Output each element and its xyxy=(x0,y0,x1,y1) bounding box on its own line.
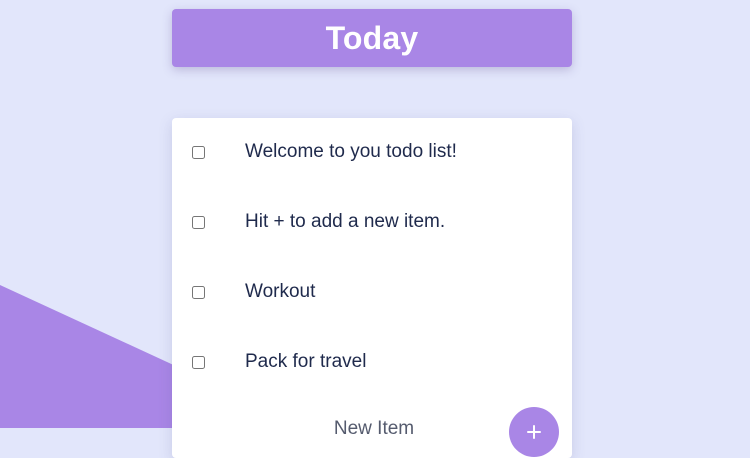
todo-label: Hit + to add a new item. xyxy=(245,211,446,232)
todo-checkbox[interactable] xyxy=(192,285,205,299)
todo-label: Workout xyxy=(245,281,316,302)
add-item-button[interactable] xyxy=(509,407,559,457)
todo-label: Pack for travel xyxy=(245,351,367,372)
todo-item: Hit + to add a new item. xyxy=(172,202,572,242)
todo-item: Welcome to you todo list! xyxy=(172,132,572,172)
plus-icon xyxy=(527,425,541,439)
page-title: Today xyxy=(325,19,419,56)
todo-item: Pack for travel xyxy=(172,342,572,382)
todo-item: Workout xyxy=(172,272,572,312)
todo-checkbox[interactable] xyxy=(192,355,205,369)
new-item-input[interactable] xyxy=(252,414,496,444)
todo-card: Welcome to you todo list! Hit + to add a… xyxy=(172,118,572,458)
todo-checkbox[interactable] xyxy=(192,215,205,229)
today-header: Today xyxy=(172,9,572,67)
todo-label: Welcome to you todo list! xyxy=(245,141,457,162)
todo-checkbox[interactable] xyxy=(192,145,205,159)
